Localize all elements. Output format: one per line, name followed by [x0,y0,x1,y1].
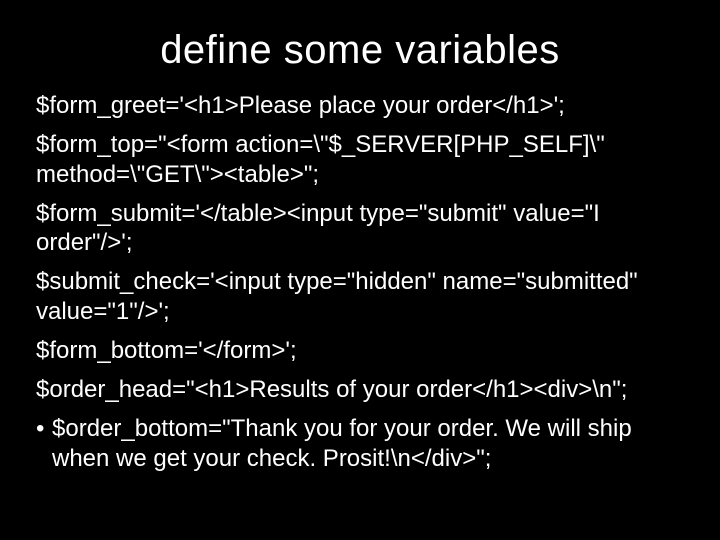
code-line: $form_top="<form action=\"$_SERVER[PHP_S… [36,130,684,189]
slide-title: define some variables [36,28,684,73]
code-line: $form_submit='</table><input type="submi… [36,199,684,258]
code-line: $submit_check='<input type="hidden" name… [36,267,684,326]
code-line: $order_head="<h1>Results of your order</… [36,375,684,404]
code-line: $form_greet='<h1>Please place your order… [36,91,684,120]
code-line: $form_bottom='</form>'; [36,336,684,365]
slide: define some variables $form_greet='<h1>P… [0,0,720,540]
code-line-bullet: $order_bottom="Thank you for your order.… [36,414,684,473]
slide-body: $form_greet='<h1>Please place your order… [36,91,684,473]
